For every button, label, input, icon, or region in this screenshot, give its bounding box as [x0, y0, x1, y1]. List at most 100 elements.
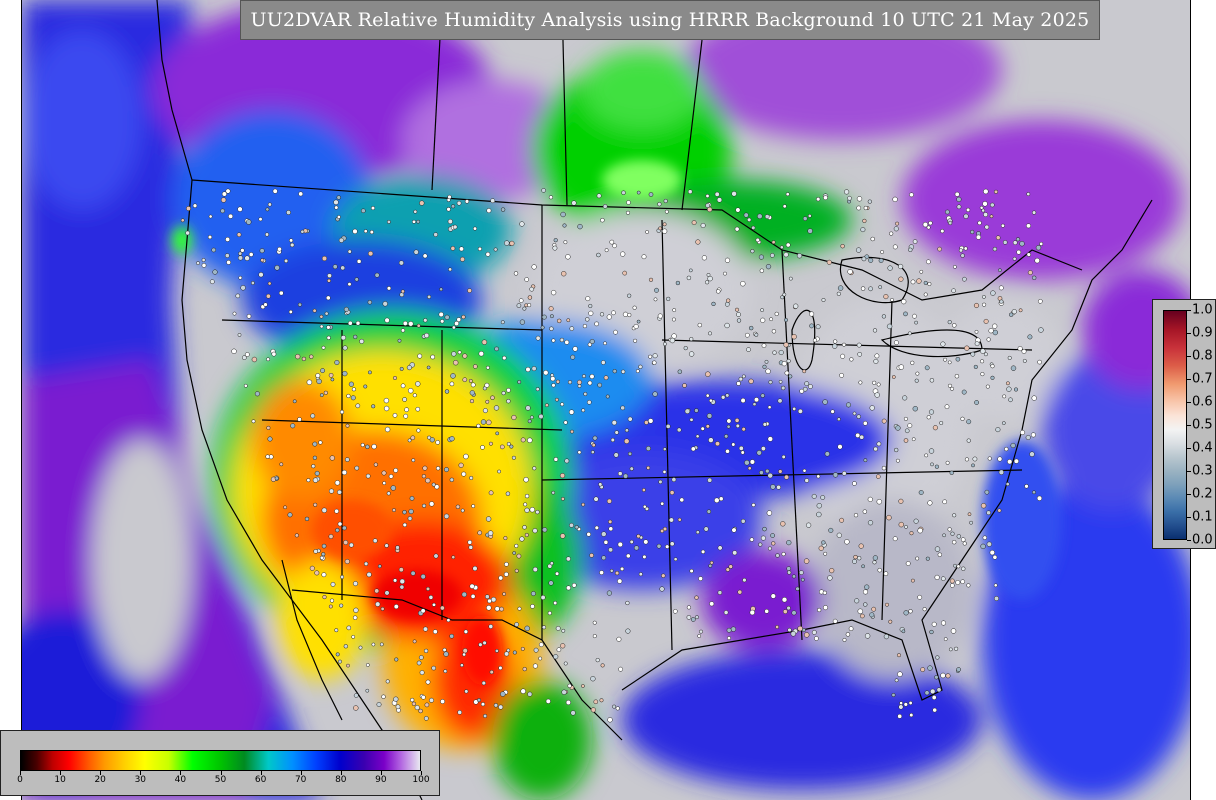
- station-marker: [890, 298, 894, 302]
- station-marker: [642, 504, 647, 509]
- station-marker: [192, 203, 198, 208]
- station-marker: [935, 655, 940, 660]
- station-marker: [600, 663, 605, 668]
- station-marker: [786, 358, 791, 364]
- station-marker: [582, 323, 588, 329]
- station-marker: [606, 590, 613, 596]
- right-tick-mark: [1187, 471, 1191, 472]
- station-marker: [858, 543, 864, 549]
- station-marker: [472, 565, 478, 572]
- station-marker: [570, 354, 576, 360]
- station-marker: [699, 629, 703, 634]
- station-marker: [708, 437, 714, 443]
- station-marker: [600, 217, 605, 223]
- station-marker: [619, 566, 625, 572]
- station-marker: [422, 503, 427, 508]
- station-marker: [561, 689, 567, 695]
- station-marker: [621, 190, 626, 195]
- bottom-tick-label: 80: [335, 775, 347, 785]
- station-marker: [917, 594, 923, 600]
- station-marker: [950, 628, 957, 634]
- station-marker: [350, 395, 356, 401]
- station-marker: [403, 413, 409, 419]
- station-marker: [627, 416, 633, 422]
- station-marker: [399, 578, 406, 585]
- station-marker: [892, 196, 898, 203]
- station-marker: [855, 247, 862, 253]
- station-marker: [832, 618, 838, 624]
- station-marker: [244, 255, 250, 261]
- station-marker: [799, 388, 805, 394]
- station-marker: [646, 465, 651, 470]
- station-marker: [325, 295, 331, 301]
- station-marker: [807, 228, 813, 234]
- station-marker: [340, 265, 346, 271]
- station-marker: [457, 350, 462, 355]
- station-marker: [560, 496, 565, 501]
- station-marker: [827, 575, 833, 581]
- station-marker: [698, 576, 703, 581]
- station-marker: [648, 418, 654, 424]
- station-marker: [955, 356, 961, 362]
- rh-percent-colorbar: 0 10 20 30 40 50 60 70 80 90 100: [0, 730, 440, 796]
- station-marker: [489, 669, 494, 675]
- station-marker: [899, 701, 903, 705]
- station-marker: [803, 632, 810, 638]
- station-marker: [709, 398, 713, 403]
- station-marker: [1026, 252, 1031, 257]
- station-marker: [894, 447, 899, 453]
- station-marker: [863, 458, 868, 463]
- station-marker: [330, 581, 336, 587]
- station-marker: [718, 496, 724, 502]
- station-marker: [1017, 346, 1023, 352]
- station-marker: [520, 437, 526, 443]
- station-marker: [334, 359, 340, 366]
- station-marker: [180, 218, 185, 223]
- station-marker: [1029, 451, 1035, 457]
- station-marker: [332, 264, 338, 270]
- station-marker: [319, 324, 324, 329]
- station-marker: [476, 423, 481, 429]
- station-marker: [393, 604, 399, 610]
- station-marker: [1038, 327, 1044, 333]
- station-marker: [898, 364, 905, 370]
- station-marker: [365, 663, 370, 667]
- station-marker: [500, 320, 505, 325]
- station-marker: [352, 581, 359, 587]
- station-marker: [880, 250, 885, 254]
- station-marker: [652, 391, 658, 397]
- station-marker: [986, 510, 991, 516]
- station-marker: [952, 513, 957, 518]
- station-marker: [523, 502, 528, 507]
- station-marker: [645, 445, 651, 452]
- station-marker: [778, 379, 783, 384]
- station-marker: [1026, 192, 1031, 197]
- station-marker: [840, 244, 845, 249]
- station-marker: [486, 419, 492, 426]
- station-marker: [924, 365, 930, 371]
- station-marker: [716, 289, 721, 294]
- map-canvas[interactable]: [21, 0, 1191, 800]
- station-marker: [527, 437, 533, 444]
- station-marker: [367, 370, 372, 375]
- station-marker: [960, 537, 966, 542]
- station-marker: [339, 603, 344, 608]
- station-marker: [984, 224, 990, 230]
- station-marker: [319, 314, 324, 319]
- station-marker: [916, 278, 922, 284]
- station-marker: [444, 314, 450, 320]
- station-marker: [683, 345, 688, 351]
- station-marker: [338, 237, 344, 243]
- station-marker: [878, 258, 884, 264]
- station-marker: [342, 345, 348, 351]
- station-marker: [422, 253, 428, 259]
- station-marker: [783, 474, 790, 480]
- station-marker: [897, 263, 904, 270]
- station-marker: [872, 555, 879, 561]
- station-marker: [662, 469, 667, 474]
- station-marker: [956, 534, 962, 539]
- station-marker: [724, 434, 729, 439]
- station-marker: [555, 625, 561, 631]
- station-marker: [960, 253, 965, 258]
- station-marker: [551, 383, 556, 388]
